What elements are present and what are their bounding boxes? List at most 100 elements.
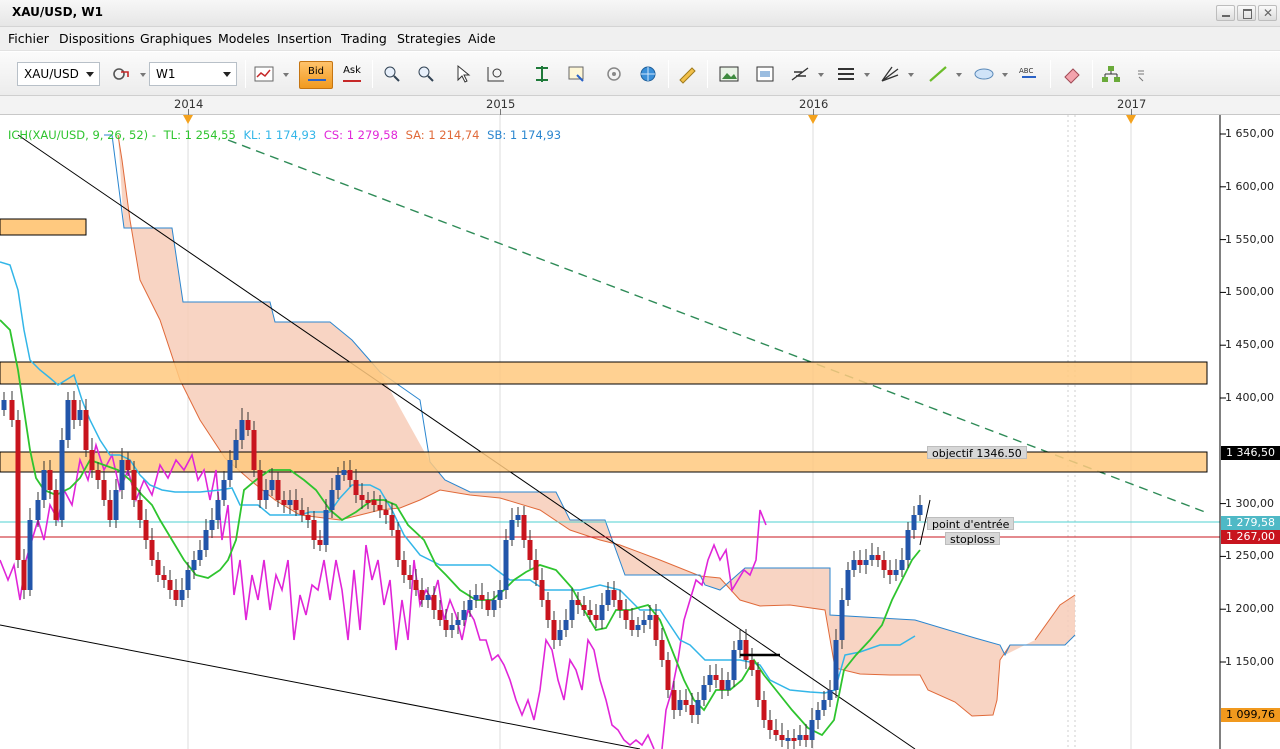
picture-button[interactable] [717, 63, 741, 85]
toolbar-options-button[interactable] [1130, 63, 1154, 85]
candle-body [113, 490, 119, 520]
fibonacci-button[interactable] [788, 63, 812, 85]
candle-body [197, 550, 203, 560]
period-separator-button[interactable] [530, 63, 554, 85]
maximize-button[interactable] [1237, 5, 1256, 21]
price-chart[interactable] [0, 115, 1280, 749]
chart-area[interactable]: 1 650,00 1 600,00 1 550,00 1 500,00 1 450,00… [0, 115, 1280, 749]
chevron-down-icon[interactable] [1002, 73, 1008, 77]
ellipse-button[interactable] [972, 63, 996, 85]
candle-body [887, 570, 893, 575]
toolbar-separator [1092, 60, 1093, 88]
candle-body [401, 560, 407, 575]
bid-button[interactable]: Bid [299, 61, 333, 89]
candle-body [269, 480, 275, 490]
price-tick-label: 1 400,00 [1225, 391, 1274, 404]
channel-icon [838, 68, 854, 80]
news-button[interactable] [602, 63, 626, 85]
candle-body [221, 480, 227, 500]
chevron-down-icon[interactable] [283, 73, 289, 77]
chevron-down-icon[interactable] [908, 73, 914, 77]
save-image-icon [756, 66, 774, 82]
candle-body [137, 500, 143, 520]
candle-body [725, 680, 731, 690]
ask-button[interactable]: Ask [335, 61, 369, 89]
candle-body [455, 620, 461, 625]
minimize-button[interactable] [1216, 5, 1235, 21]
chevron-down-icon[interactable] [864, 73, 870, 77]
menu-fichier[interactable]: Fichier [8, 31, 49, 46]
zoom-in-button[interactable] [380, 63, 404, 85]
zoom-out-button[interactable] [414, 63, 438, 85]
candle-body [659, 640, 665, 660]
legend-senkou-b: SB: 1 174,93 [487, 128, 562, 142]
text-button[interactable]: ABC [1017, 63, 1041, 85]
candle-body [377, 505, 383, 510]
picture-icon [719, 66, 739, 82]
menu-strategies[interactable]: Strategies [397, 31, 461, 46]
candle-body [761, 700, 767, 720]
candle-body [473, 595, 479, 600]
candle-body [743, 640, 749, 660]
candle-body [845, 570, 851, 600]
gann-button[interactable] [878, 63, 902, 85]
candle-body [27, 520, 33, 590]
candle-body [515, 515, 521, 520]
object-list-button[interactable] [565, 63, 589, 85]
stoploss-annotation[interactable]: stoploss [945, 532, 1001, 546]
symbol-select[interactable]: XAU/USD [17, 62, 100, 86]
hierarchy-icon [1102, 66, 1120, 82]
chart-style-button[interactable] [252, 63, 276, 85]
ask-underline [343, 80, 361, 82]
trendline-button[interactable] [926, 63, 950, 85]
menu-insertion[interactable]: Insertion [277, 31, 332, 46]
ruler-button[interactable] [675, 63, 699, 85]
chevron-down-icon[interactable] [956, 73, 962, 77]
hierarchy-button[interactable] [1099, 63, 1123, 85]
gann-icon [881, 66, 899, 82]
candle-body [665, 660, 671, 690]
candle-body [749, 660, 755, 670]
menu-modeles[interactable]: Modeles [218, 31, 270, 46]
magnifier-button[interactable] [484, 63, 508, 85]
year-marker-icon [808, 115, 818, 124]
save-image-button[interactable] [753, 63, 777, 85]
candle-body [461, 610, 467, 620]
candle-body [773, 730, 779, 735]
candle-body [167, 580, 173, 590]
candle-body [443, 620, 449, 630]
close-button[interactable]: ✕ [1258, 5, 1277, 21]
menu-bar: Fichier Dispositions Graphiques Modeles … [0, 27, 1280, 51]
toolbar-separator [245, 60, 246, 88]
eraser-button[interactable] [1060, 63, 1084, 85]
chevron-down-icon[interactable] [818, 73, 824, 77]
candle-body [347, 470, 353, 480]
menu-trading[interactable]: Trading [341, 31, 387, 46]
objective-annotation[interactable]: objectif 1346.50 [927, 446, 1027, 460]
candle-body [359, 495, 365, 500]
timeframe-select[interactable]: W1 [149, 62, 237, 86]
candle-body [263, 490, 269, 500]
entry-annotation[interactable]: point d'entrée [927, 517, 1015, 531]
candle-body [41, 470, 47, 500]
chevron-down-icon[interactable] [140, 73, 146, 77]
symbol-settings-button[interactable] [110, 63, 134, 85]
menu-aide[interactable]: Aide [468, 31, 496, 46]
toolbar-options-icon [1138, 70, 1144, 82]
crosshair-button[interactable] [450, 63, 474, 85]
menu-dispositions[interactable]: Dispositions [59, 31, 135, 46]
candle-body [365, 500, 371, 503]
channel-button[interactable] [834, 63, 858, 85]
candle-body [335, 475, 341, 490]
candle-body [641, 620, 647, 625]
candle-body [719, 680, 725, 690]
menu-graphiques[interactable]: Graphiques [140, 31, 212, 46]
candle-body [827, 690, 833, 700]
candle-body [1, 400, 7, 410]
candle-body [413, 580, 419, 590]
globe-button[interactable] [636, 63, 660, 85]
candle-body [257, 470, 263, 500]
bid-label: Bid [308, 66, 324, 77]
ellipse-icon [974, 68, 994, 80]
object-list-icon [568, 66, 584, 82]
